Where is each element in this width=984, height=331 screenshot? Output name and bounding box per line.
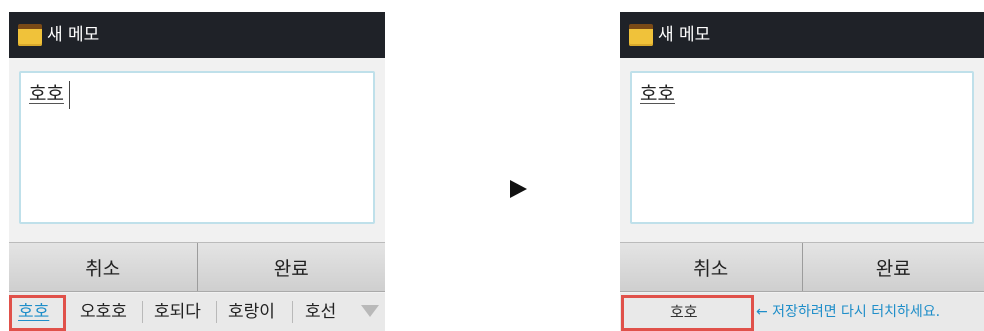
suggestion-bar: 호호 ← 저장하려면 다시 터치하세요. [620, 293, 984, 331]
text-cursor [69, 81, 70, 109]
done-button[interactable]: 완료 [802, 243, 984, 291]
phone-screen-before: 새 메모 호호 취소 완료 호호 오호호 호되다 호랑이 호선 [9, 12, 385, 331]
page-title: 새 메모 [47, 25, 100, 45]
memo-input[interactable]: 호호 [19, 71, 375, 224]
note-icon [629, 24, 653, 46]
play-arrow-icon [510, 180, 527, 198]
candidate-4[interactable]: 호랑이 [228, 293, 275, 331]
memo-text: 호호 [640, 83, 675, 105]
done-button[interactable]: 완료 [197, 243, 385, 291]
divider [216, 301, 217, 323]
candidate-2[interactable]: 오호호 [80, 293, 127, 331]
title-bar: 새 메모 [9, 12, 385, 58]
page-title: 새 메모 [658, 25, 711, 45]
suggestion-bar: 호호 오호호 호되다 호랑이 호선 [9, 293, 385, 331]
candidate-3[interactable]: 호되다 [154, 293, 201, 331]
title-bar: 새 메모 [620, 12, 984, 58]
divider [292, 301, 293, 323]
note-icon [18, 24, 42, 46]
highlight-box [9, 295, 66, 331]
save-hint: ← 저장하려면 다시 터치하세요. [756, 304, 941, 320]
candidate-5[interactable]: 호선 [305, 293, 336, 331]
memo-text: 호호 [29, 83, 64, 105]
button-bar: 취소 완료 [9, 242, 385, 292]
memo-input[interactable]: 호호 [630, 71, 974, 224]
cancel-button[interactable]: 취소 [9, 243, 198, 291]
chevron-down-icon[interactable] [361, 305, 379, 317]
phone-screen-after: 새 메모 호호 취소 완료 호호 ← 저장하려면 다시 터치하세요. [620, 12, 984, 331]
button-bar: 취소 완료 [620, 242, 984, 292]
divider [142, 301, 143, 323]
highlight-box [621, 295, 754, 331]
cancel-button[interactable]: 취소 [620, 243, 803, 291]
